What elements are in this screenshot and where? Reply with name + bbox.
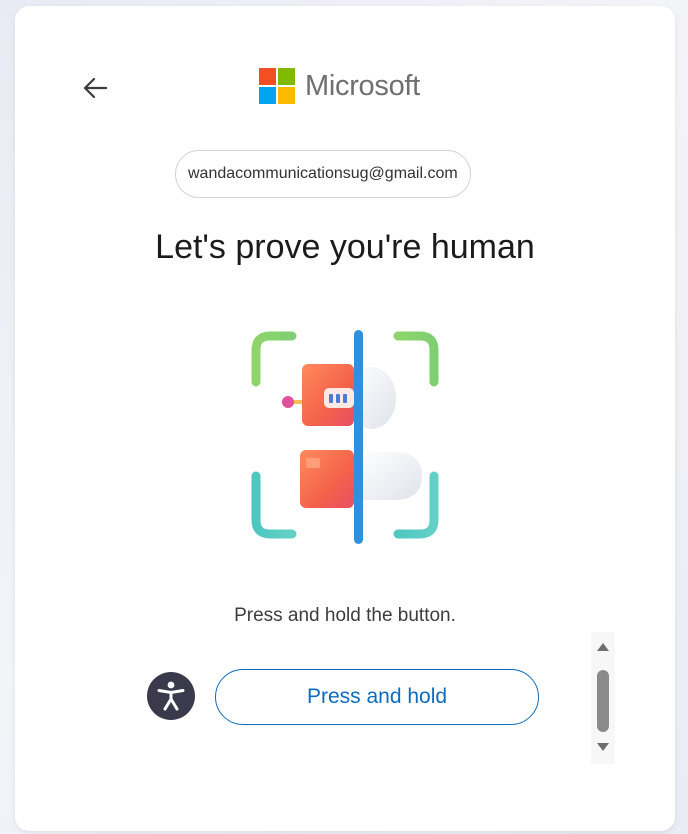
- scroll-up-button[interactable]: [595, 640, 611, 654]
- back-button[interactable]: [77, 68, 113, 108]
- page-title: Let's prove you're human: [155, 228, 535, 266]
- microsoft-logo-text: Microsoft: [305, 69, 420, 102]
- account-email-pill[interactable]: wandacommunicationsug@gmail.com: [175, 150, 471, 198]
- scroll-thumb[interactable]: [597, 670, 609, 732]
- press-and-hold-button[interactable]: Press and hold: [215, 669, 539, 725]
- microsoft-logo-icon: [259, 68, 295, 104]
- accessibility-person-icon: [157, 681, 185, 711]
- instruction-text: Press and hold the button.: [234, 605, 456, 626]
- arrow-left-icon: [83, 77, 108, 99]
- scroll-down-button[interactable]: [595, 740, 611, 754]
- challenge-card: Microsoft wandacommunicationsug@gmail.co…: [15, 6, 675, 831]
- microsoft-logo: Microsoft: [259, 66, 420, 106]
- triangle-up-icon: [597, 643, 609, 651]
- accessibility-button[interactable]: [147, 672, 195, 720]
- triangle-down-icon: [597, 743, 609, 751]
- challenge-scrollbar[interactable]: [591, 632, 615, 764]
- robot-human-scan-icon: [251, 330, 439, 544]
